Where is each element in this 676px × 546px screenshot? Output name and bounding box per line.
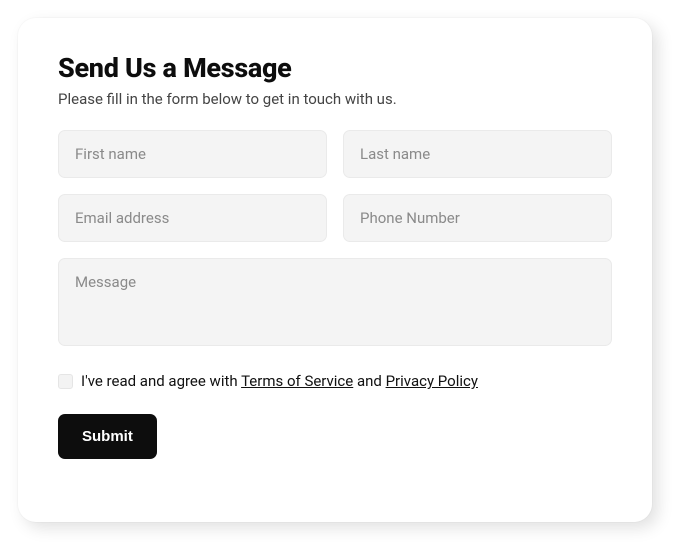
phone-field[interactable] [343,194,612,242]
contact-form-card: Send Us a Message Please fill in the for… [18,18,652,522]
privacy-link[interactable]: Privacy Policy [386,372,478,390]
name-row [58,130,612,178]
consent-checkbox[interactable] [58,374,73,389]
consent-row: I've read and agree with Terms of Servic… [58,372,612,390]
form-heading: Send Us a Message [58,52,612,84]
consent-prefix: I've read and agree with [81,372,241,390]
last-name-field[interactable] [343,130,612,178]
email-field[interactable] [58,194,327,242]
submit-button[interactable]: Submit [58,414,157,459]
consent-middle: and [353,372,385,390]
message-row [58,258,612,350]
contact-row [58,194,612,242]
terms-link[interactable]: Terms of Service [241,372,353,390]
first-name-field[interactable] [58,130,327,178]
consent-text: I've read and agree with Terms of Servic… [81,372,478,390]
message-field[interactable] [58,258,612,346]
form-subheading: Please fill in the form below to get in … [58,90,612,108]
